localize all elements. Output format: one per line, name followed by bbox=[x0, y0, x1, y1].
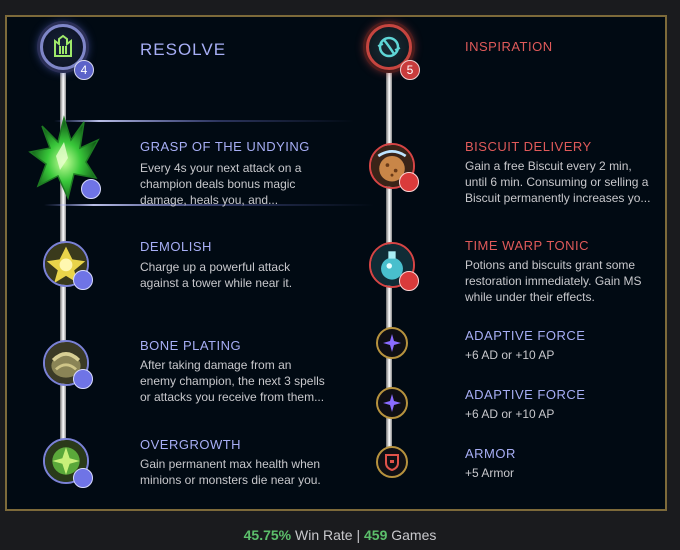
rune-desc-line: Gain permanent max health when bbox=[140, 457, 321, 471]
armor-icon bbox=[385, 454, 399, 472]
rune-desc-line: while under their effects. bbox=[465, 290, 595, 304]
primary-tree-rune-count-badge: 4 bbox=[74, 60, 94, 80]
adaptive-force-icon bbox=[383, 394, 401, 412]
resolve-tree-icon bbox=[54, 34, 72, 57]
adaptive-force-icon bbox=[383, 334, 401, 352]
rune-desc-line: minions or monsters die near you. bbox=[140, 473, 321, 487]
rune-desc-line: Charge up a powerful attack bbox=[140, 260, 291, 274]
rune-desc-line: After taking damage from an bbox=[140, 358, 292, 372]
rune-desc-bone-plating: After taking damage from an enemy champi… bbox=[140, 357, 350, 405]
rune-desc-time-warp-tonic: Potions and biscuits grant some restorat… bbox=[465, 257, 665, 305]
inspiration-tree-icon bbox=[377, 36, 401, 58]
rune-name-time-warp-tonic: TIME WARP TONIC bbox=[465, 238, 590, 253]
shard-desc-adaptive-force-2: +6 AD or +10 AP bbox=[465, 407, 555, 421]
rune-desc-line: champion deals bonus magic bbox=[140, 177, 296, 191]
shard-name-adaptive-force-1: ADAPTIVE FORCE bbox=[465, 328, 586, 343]
win-rate-footer: 45.75% Win Rate | 459 Games bbox=[0, 527, 680, 543]
rune-desc-line: or attacks you receive from them... bbox=[140, 390, 325, 404]
win-rate-label: Win Rate bbox=[295, 527, 353, 543]
rune-desc-grasp: Every 4s your next attack on a champion … bbox=[140, 160, 340, 208]
shard-adaptive-force-1[interactable] bbox=[376, 327, 408, 359]
bone-plating-marker bbox=[73, 369, 93, 389]
rune-desc-line: against a tower while near it. bbox=[140, 276, 293, 290]
biscuit-delivery-marker bbox=[399, 172, 419, 192]
rune-desc-line: Biscuit permanently increases yo... bbox=[465, 191, 651, 205]
rune-desc-line: enemy champion, the next 3 spells bbox=[140, 374, 325, 388]
shard-desc-adaptive-force-1: +6 AD or +10 AP bbox=[465, 348, 555, 362]
overgrowth-marker bbox=[73, 468, 93, 488]
rune-name-grasp: GRASP OF THE UNDYING bbox=[140, 139, 310, 154]
rune-desc-biscuit-delivery: Gain a free Biscuit every 2 min, until 6… bbox=[465, 158, 665, 206]
games-count: 459 bbox=[364, 527, 388, 543]
shard-adaptive-force-2[interactable] bbox=[376, 387, 408, 419]
rune-name-demolish: DEMOLISH bbox=[140, 239, 212, 254]
rune-desc-line: Potions and biscuits grant some bbox=[465, 258, 636, 272]
demolish-marker bbox=[73, 270, 93, 290]
secondary-tree-title: INSPIRATION bbox=[465, 39, 553, 54]
rune-desc-overgrowth: Gain permanent max health when minions o… bbox=[140, 456, 350, 488]
games-label: Games bbox=[391, 527, 437, 543]
rune-desc-demolish: Charge up a powerful attack against a to… bbox=[140, 259, 340, 291]
rune-desc-line: damage, heals you, and... bbox=[140, 193, 279, 207]
shard-name-adaptive-force-2: ADAPTIVE FORCE bbox=[465, 387, 586, 402]
secondary-tree-rune-count-badge: 5 bbox=[400, 60, 420, 80]
shard-name-armor: ARMOR bbox=[465, 446, 516, 461]
rune-name-biscuit-delivery: BISCUIT DELIVERY bbox=[465, 139, 592, 154]
rune-desc-line: Every 4s your next attack on a bbox=[140, 161, 302, 175]
win-rate-value: 45.75% bbox=[243, 527, 292, 543]
shard-armor[interactable] bbox=[376, 446, 408, 478]
rune-desc-line: restoration immediately. Gain MS bbox=[465, 274, 642, 288]
primary-tree-title: RESOLVE bbox=[140, 40, 227, 59]
footer-separator: | bbox=[356, 527, 361, 543]
time-warp-tonic-marker bbox=[399, 271, 419, 291]
rune-name-overgrowth: OVERGROWTH bbox=[140, 437, 242, 452]
rune-desc-line: Gain a free Biscuit every 2 min, bbox=[465, 159, 632, 173]
shard-desc-armor: +5 Armor bbox=[465, 466, 515, 480]
rune-name-bone-plating: BONE PLATING bbox=[140, 338, 242, 353]
rune-desc-line: until 6 min. Consuming or selling a bbox=[465, 175, 649, 189]
grasp-selected-marker bbox=[81, 179, 101, 199]
